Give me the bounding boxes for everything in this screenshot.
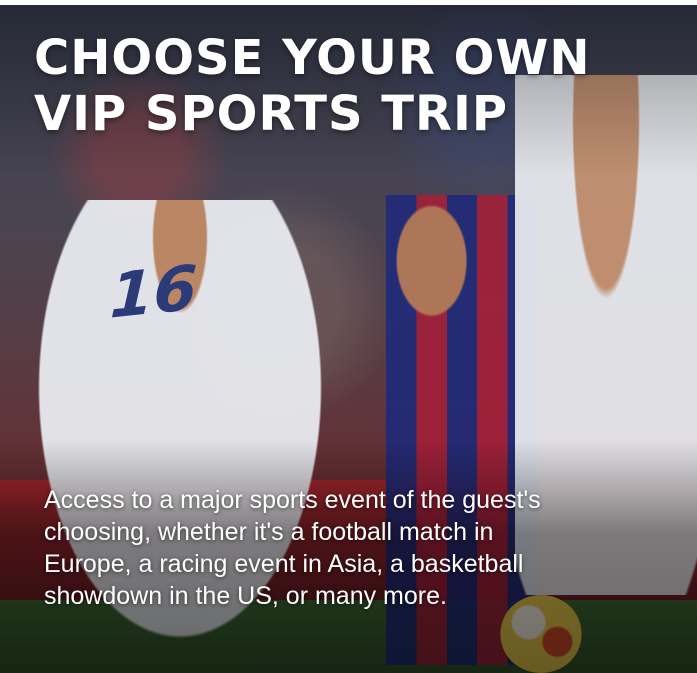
description-line: Access to a major sports event of the gu… (44, 486, 541, 514)
description-line: choosing, whether it's a football match … (44, 518, 494, 546)
promo-headline: CHOOSE YOUR OWN VIP SPORTS TRIP (34, 30, 674, 142)
promo-card: 16 CHOOSE YOUR OWN VIP SPORTS TRIP Acces… (0, 0, 697, 673)
headline-line: VIP SPORTS TRIP (34, 86, 509, 142)
promo-description: Access to a major sports event of the gu… (44, 484, 654, 612)
description-line: showdown in the US, or many more. (44, 582, 447, 610)
shirt-number: 16 (108, 250, 199, 333)
description-line: Europe, a racing event in Asia, a basket… (44, 550, 524, 578)
headline-line: CHOOSE YOUR OWN (34, 30, 591, 86)
